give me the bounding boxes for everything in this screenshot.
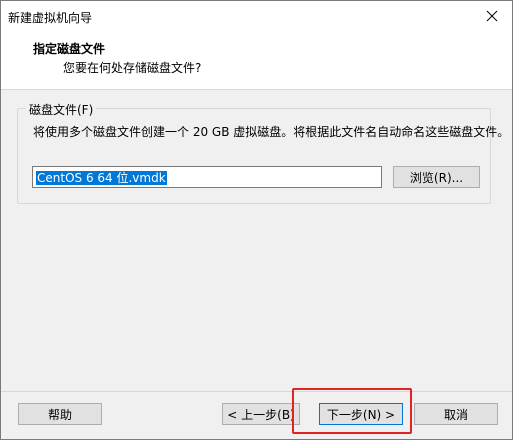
page-title: 指定磁盘文件 (33, 42, 106, 56)
wizard-window: 新建虚拟机向导 指定磁盘文件 您要在何处存储磁盘文件? 磁盘文件(F) 将使用多… (0, 0, 513, 440)
back-button[interactable]: < 上一步(B) (222, 403, 300, 425)
disk-file-description: 将使用多个磁盘文件创建一个 20 GB 虚拟磁盘。将根据此文件名自动命名这些磁盘… (33, 125, 510, 139)
disk-file-legend: 磁盘文件(F) (26, 101, 97, 118)
footer-divider (1, 391, 512, 392)
close-icon (486, 10, 498, 22)
close-button[interactable] (472, 1, 512, 31)
cancel-button[interactable]: 取消 (414, 403, 498, 425)
window-title: 新建虚拟机向导 (8, 11, 93, 25)
disk-file-input[interactable]: CentOS 6 64 位.vmdk (32, 166, 382, 188)
help-button[interactable]: 帮助 (18, 403, 102, 425)
title-bar: 新建虚拟机向导 (1, 1, 512, 31)
disk-file-value: CentOS 6 64 位.vmdk (36, 171, 167, 185)
browse-button[interactable]: 浏览(R)... (393, 166, 480, 188)
wizard-header: 指定磁盘文件 您要在何处存储磁盘文件? (1, 31, 512, 90)
page-subtitle: 您要在何处存储磁盘文件? (63, 61, 202, 75)
disk-file-group: 磁盘文件(F) 将使用多个磁盘文件创建一个 20 GB 虚拟磁盘。将根据此文件名… (17, 101, 509, 204)
next-button[interactable]: 下一步(N) > (319, 403, 403, 425)
